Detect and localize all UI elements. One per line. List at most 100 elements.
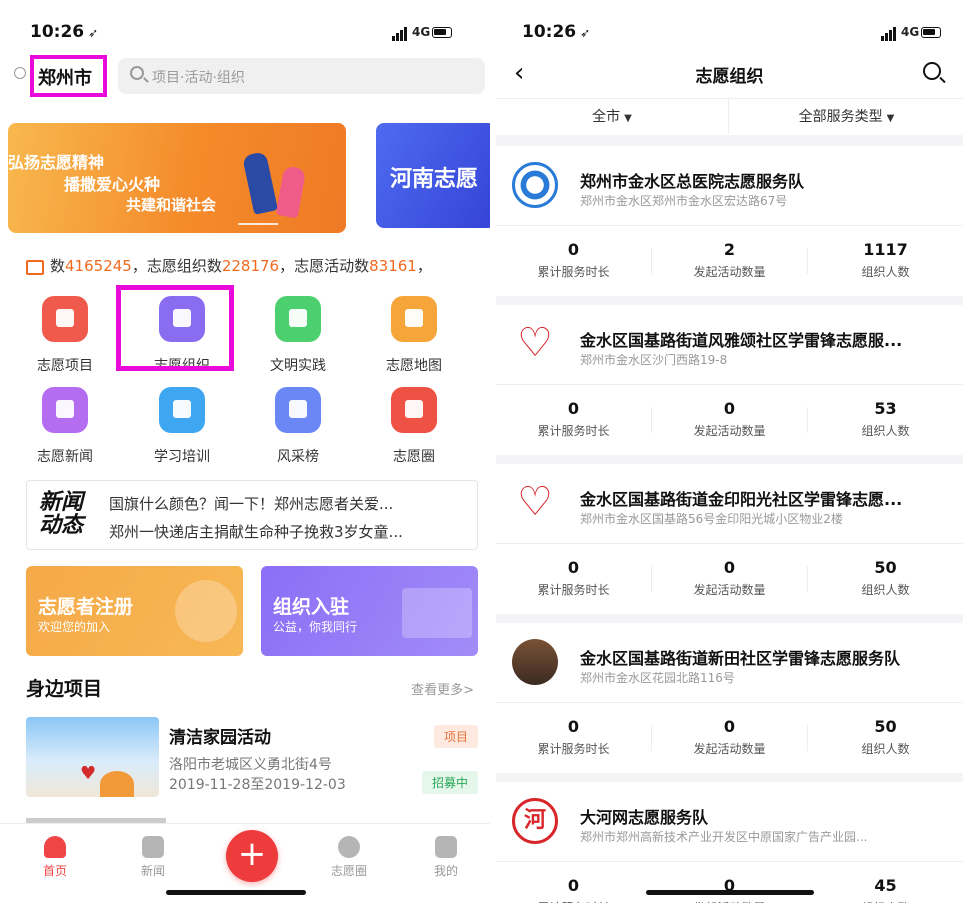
- org-address: 郑州市郑州高新技术产业开发区中原国家广告产业园...: [580, 830, 868, 844]
- home-indicator: [646, 890, 814, 895]
- region-filter[interactable]: 全市 ▼: [496, 98, 729, 134]
- status-bar: 10:26 ➶ 4G: [496, 18, 963, 48]
- signal-icon: [881, 22, 897, 41]
- stat-value: 0: [567, 717, 580, 736]
- org-card[interactable]: ♡ 金水区国基路街道风雅颂社区学雷锋志愿服... 郑州市金水区沙门西路19-8 …: [496, 305, 963, 455]
- search-bar[interactable]: 项目·活动·组织: [118, 58, 485, 94]
- org-card[interactable]: 金水区国基路街道新田社区学雷锋志愿服务队 郑州市金水区花园北路116号 0 累计服…: [496, 623, 963, 773]
- project-item[interactable]: ♥ 清洁家园活动 洛阳市老城区义勇北街4号 2019-11-28至2019-12…: [26, 717, 486, 802]
- stat-label-activities: ，志愿活动数: [279, 257, 370, 275]
- project-thumbnail: ♥: [26, 717, 159, 797]
- org-card[interactable]: 郑州市金水区总医院志愿服务队 郑州市金水区郑州市金水区宏达路67号 0 累计服务时…: [496, 146, 963, 296]
- grid-item-honor-board[interactable]: 风采榜: [253, 387, 343, 466]
- card-title: 组织入驻: [273, 596, 350, 618]
- news-ticker[interactable]: 新闻动态 国旗什么颜色？闻一下！郑州志愿者关爱... 郑州一快递店主捐献生命种子…: [26, 480, 478, 550]
- stat-members: 53 组织人数: [808, 399, 963, 439]
- grid-item-training[interactable]: 学习培训: [137, 387, 227, 466]
- stat-activities: 0 发起活动数量: [652, 399, 807, 439]
- section-title: 身边项目: [26, 678, 103, 700]
- filter-label: 全部服务类型: [798, 109, 883, 125]
- stat-suffix: ，: [416, 257, 432, 275]
- see-more-link[interactable]: 查看更多>: [411, 679, 474, 698]
- org-address: 郑州市金水区沙门西路19-8: [580, 353, 728, 367]
- card-title: 志愿者注册: [38, 596, 134, 618]
- network-label: 4G: [412, 25, 431, 39]
- location-arrow-icon: ➶: [580, 26, 591, 40]
- stat-label: 组织人数: [861, 424, 910, 438]
- stat-value: 0: [723, 399, 736, 418]
- flag-icon: [275, 296, 321, 342]
- tab-label: 首页: [42, 864, 67, 878]
- tab-news[interactable]: 新闻: [118, 836, 188, 879]
- grid-item-volunteer-news[interactable]: 志愿新闻: [20, 387, 110, 466]
- stat-value: 0: [567, 399, 580, 418]
- grid-label: 风采榜: [277, 449, 319, 465]
- project-type-badge: 项目: [433, 725, 478, 748]
- stat-label-orgs: ，志愿组织数: [131, 257, 222, 275]
- stat-activities: 0 发起活动数量: [652, 717, 807, 757]
- banner-secondary[interactable]: 河南志愿: [376, 123, 490, 228]
- org-name: 金水区国基路街道新田社区学雷锋志愿服务队: [580, 649, 901, 668]
- service-type-filter[interactable]: 全部服务类型 ▼: [730, 98, 963, 134]
- stat-value: 1117: [863, 240, 908, 259]
- banner-main[interactable]: 弘扬志愿精神 播撒爱心火种 共建和谐社会: [8, 123, 346, 233]
- map-pin-icon: [391, 296, 437, 342]
- news-logo: 新闻动态: [39, 490, 84, 538]
- stat-members: 50 组织人数: [808, 717, 963, 757]
- stat-value: 0: [723, 717, 736, 736]
- banner-line-1: 弘扬志愿精神: [8, 153, 105, 172]
- stat-value: 2: [723, 240, 736, 259]
- caret-down-icon: ▼: [624, 113, 632, 124]
- heart-hand-icon: ♡: [512, 480, 558, 526]
- volunteer-register-card[interactable]: 志愿者注册 欢迎您的加入: [26, 566, 243, 656]
- grid-item-volunteer-map[interactable]: 志愿地图: [369, 296, 459, 375]
- org-card[interactable]: ♡ 金水区国基路街道金印阳光社区学雷锋志愿... 郑州市金水区国基路56号金印阳…: [496, 464, 963, 614]
- speaker-icon: [26, 257, 44, 275]
- target-icon: [391, 387, 437, 433]
- stat-value: 53: [874, 399, 897, 418]
- filter-label: 全市: [592, 109, 621, 125]
- news-item[interactable]: 郑州一快递店主捐献生命种子挽救3岁女童...: [109, 521, 403, 542]
- stat-activities: 0 发起活动数量: [652, 558, 807, 598]
- bookmark-icon: [42, 296, 88, 342]
- stat-hours: 0 累计服务时长: [496, 399, 651, 439]
- search-icon[interactable]: [923, 62, 941, 80]
- org-card[interactable]: 河 大河网志愿服务队 郑州市郑州高新技术产业开发区中原国家广告产业园... 0 累…: [496, 782, 963, 903]
- signal-icon: [392, 22, 408, 41]
- grid-label: 志愿项目: [37, 358, 93, 374]
- org-header: 10:26 ➶ 4G ‹ 志愿组织 全市 ▼ 全部服务类型 ▼: [496, 0, 963, 135]
- stat-members: 45 组织人数: [808, 876, 963, 903]
- add-button[interactable]: +: [226, 830, 278, 882]
- home-screen: 10:26 ➶ 4G 郑州市 项目·活动·组织 弘扬志愿精神 播撒爱心火种 共建和…: [0, 0, 490, 903]
- tab-mine[interactable]: 我的: [411, 836, 481, 879]
- status-time: 10:26 ➶: [30, 22, 99, 42]
- grid-item-volunteer-circle[interactable]: 志愿圈: [369, 387, 459, 466]
- grid-item-civilization-practice[interactable]: 文明实践: [253, 296, 343, 375]
- tab-volunteer-circle[interactable]: 志愿圈: [314, 836, 384, 879]
- tab-home[interactable]: 首页: [20, 836, 90, 879]
- stat-volunteers: 4165245: [65, 257, 132, 275]
- shield-check-icon: [275, 387, 321, 433]
- orgs-highlight-annotation: [116, 285, 234, 371]
- status-time: 10:26 ➶: [522, 22, 591, 42]
- project-date: 2019-11-28至2019-12-03: [169, 777, 346, 793]
- stat-hours: 0 累计服务时长: [496, 558, 651, 598]
- stat-label: 发起活动数量: [693, 424, 766, 438]
- caret-down-icon: ▼: [886, 113, 895, 124]
- status-bar: 10:26 ➶ 4G: [0, 18, 490, 48]
- project-name: 清洁家园活动: [169, 728, 271, 748]
- building-photo-icon: [512, 639, 558, 685]
- grid-item-volunteer-projects[interactable]: 志愿项目: [20, 296, 110, 375]
- stat-value: 0: [723, 558, 736, 577]
- stat-value: 45: [874, 876, 897, 895]
- grid-label: 志愿地图: [386, 358, 442, 374]
- location-pin-icon[interactable]: [14, 67, 26, 79]
- news-item[interactable]: 国旗什么颜色？闻一下！郑州志愿者关爱...: [109, 493, 393, 514]
- stat-hours: 0 累计服务时长: [496, 876, 651, 903]
- signal-battery: 4G: [392, 25, 452, 41]
- banner-secondary-text: 河南志愿: [390, 167, 479, 192]
- heart-hand-icon: ♡: [512, 321, 558, 367]
- banner-line-3: 共建和谐社会: [126, 196, 217, 214]
- stat-value: 0: [567, 876, 580, 895]
- org-join-card[interactable]: 组织入驻 公益，你我同行: [261, 566, 478, 656]
